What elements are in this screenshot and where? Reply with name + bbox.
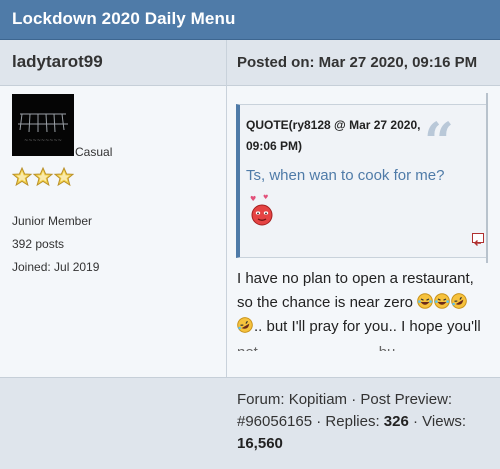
laughing-emoji-icon: [434, 293, 450, 309]
quote-block: QUOTE(ry8128 @ Mar 27 2020, 09:06 PM) “ …: [236, 104, 488, 258]
message-line-with-emoji: .. but I'll pray for you.. I hope you'll: [237, 315, 495, 339]
author-panel: ~~~~~~~~~ Casual Junior Member 392 posts…: [0, 87, 226, 377]
views-count: 16,560: [237, 435, 283, 452]
quote-mark-icon: “: [424, 112, 454, 173]
post-body: QUOTE(ry8128 @ Mar 27 2020, 09:06 PM) “ …: [227, 87, 500, 377]
member-group: Junior Member: [12, 214, 93, 228]
message-line-with-emoji: so the chance is near zero: [237, 291, 495, 315]
quote-header: QUOTE(ry8128 @ Mar 27 2020, 09:06 PM): [246, 118, 421, 153]
username-link[interactable]: ladytarot99: [12, 52, 103, 72]
avatar[interactable]: ~~~~~~~~~: [12, 94, 74, 156]
rofl-emoji-icon: [451, 293, 467, 309]
thread-title[interactable]: Lockdown 2020 Daily Menu: [12, 9, 235, 28]
svg-text:♥: ♥: [263, 194, 268, 201]
blushing-face-icon: ♥ ♥: [247, 193, 277, 232]
join-date: Joined: Jul 2019: [12, 260, 100, 274]
post-date: Posted on: Mar 27 2020, 09:16 PM: [237, 54, 478, 71]
forum-link[interactable]: Kopitiam: [289, 391, 347, 408]
replies-count: 326: [383, 413, 409, 430]
message-cut-line: not ... ... ... ... ... ... ... bu...: [237, 341, 495, 351]
post-count[interactable]: 392 posts: [12, 237, 64, 251]
post-preview-label: Post Preview:: [360, 391, 453, 408]
message-line: I have no plan to open a restaurant,: [237, 270, 474, 287]
post-footer: Forum: Kopitiam · Post Preview: #9605616…: [0, 377, 500, 469]
quote-text: Ts, when wan to cook for me?: [246, 167, 445, 184]
thread-title-bar: Lockdown 2020 Daily Menu: [0, 0, 500, 40]
post-message: I have no plan to open a restaurant, so …: [237, 267, 495, 351]
expand-icon[interactable]: [472, 233, 484, 246]
rofl-emoji-icon: [237, 317, 253, 333]
post-id-link[interactable]: #96056165: [237, 413, 312, 430]
svg-text:♥: ♥: [250, 195, 256, 203]
laughing-emoji-icon: [417, 293, 433, 309]
post-header-row: ladytarot99 Posted on: Mar 27 2020, 09:1…: [0, 40, 500, 86]
svg-text:~~~~~~~~~: ~~~~~~~~~: [24, 138, 62, 144]
member-rank: Casual: [75, 145, 113, 159]
rating-stars: [11, 166, 75, 188]
quote-scrollbar[interactable]: [486, 93, 488, 263]
thread-info: Forum: Kopitiam · Post Preview: #9605616…: [237, 391, 467, 452]
